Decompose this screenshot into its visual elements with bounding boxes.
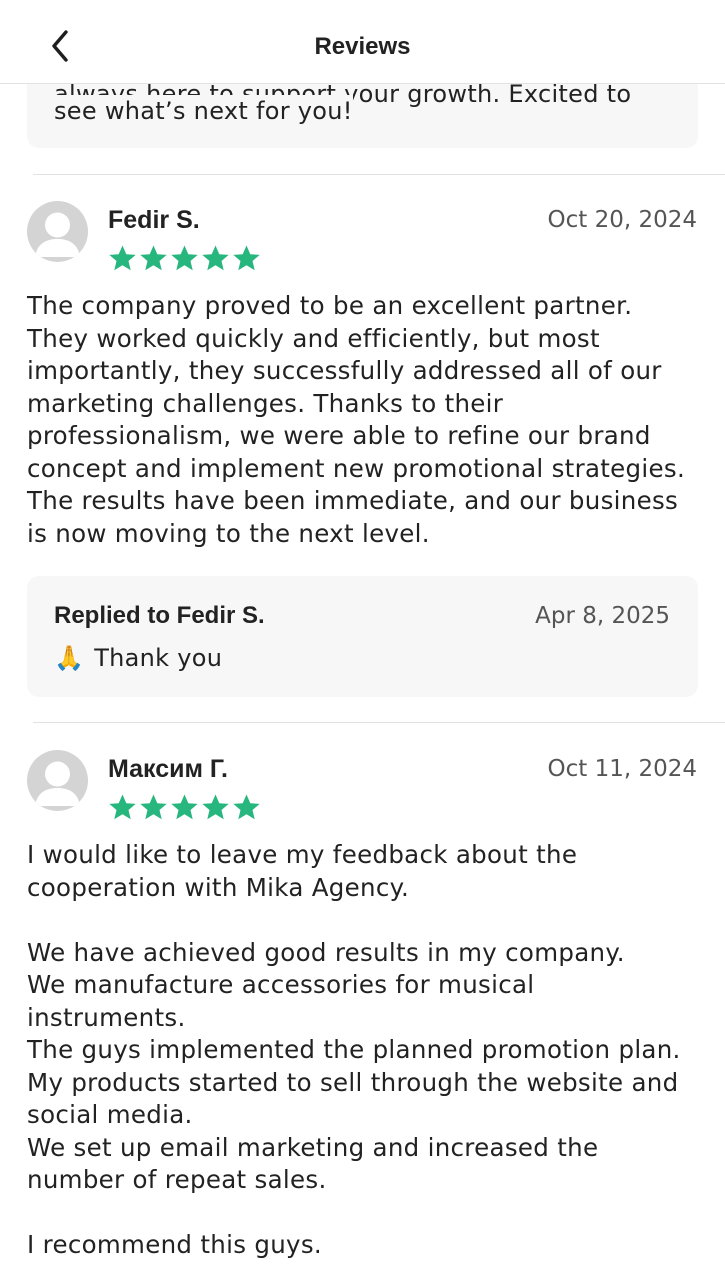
star-icon [139, 244, 168, 277]
star-icon [139, 793, 168, 826]
reply-title: Replied to Fedir S. [54, 602, 265, 629]
star-rating [108, 244, 261, 277]
reply-box: Replied to Fedir S. Apr 8, 2025 🙏 Thank … [27, 576, 698, 697]
reviewer-name: Fedir S. [108, 206, 200, 234]
star-icon [232, 793, 261, 826]
top-bar: Reviews [0, 0, 725, 84]
star-icon [170, 244, 199, 277]
star-rating [108, 793, 261, 826]
folded-hands-emoji: 🙏 [54, 644, 85, 672]
page-title: Reviews [314, 33, 411, 60]
default-avatar-icon [27, 201, 88, 262]
star-icon [232, 244, 261, 277]
review-text: I would like to leave my feedback about … [27, 840, 681, 1259]
star-icon [108, 793, 137, 826]
reviewer-name: Максим Г. [108, 755, 228, 783]
review-date: Oct 11, 2024 [547, 756, 698, 782]
reply-text: Thank you [94, 644, 223, 672]
review-date: Oct 20, 2024 [547, 207, 698, 233]
reply-body: 🙏 Thank you [54, 644, 222, 672]
star-icon [170, 793, 199, 826]
reviews-screen: always here to support your growth. Exci… [0, 0, 725, 1280]
star-icon [108, 244, 137, 277]
reply-text: see what’s next for you! [54, 95, 353, 128]
review-text: The company proved to be an excellent pa… [27, 291, 686, 548]
default-avatar-icon [27, 750, 88, 811]
reply-date: Apr 8, 2025 [535, 603, 670, 629]
divider [33, 174, 725, 175]
divider [33, 722, 725, 723]
star-icon [201, 793, 230, 826]
star-icon [201, 244, 230, 277]
